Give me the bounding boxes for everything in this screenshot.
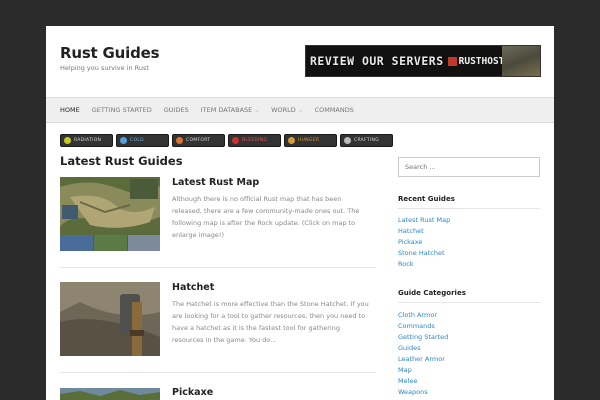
topic-label: Comfort [186,138,211,143]
recent-guides-list: Latest Rust Map Hatchet Pickaxe Stone Ha… [398,215,450,270]
radiation-icon [64,137,71,144]
topic-crafting-button[interactable]: Crafting [340,134,393,147]
nav-world-label: WORLD [271,106,296,114]
category-link[interactable]: Cloth Armor [398,310,448,321]
chevron-down-icon: ⌵ [298,108,303,114]
category-link[interactable]: Map [398,365,448,376]
post-item: Latest Rust Map Although there is no off… [60,177,376,257]
post-title-link[interactable]: Latest Rust Map [172,177,259,188]
chevron-down-icon: ⌵ [255,108,260,114]
rusthost-mark-icon [447,56,457,66]
category-link[interactable]: Melee [398,376,448,387]
nav-getting-started[interactable]: GETTING STARTED [92,106,152,114]
hatchet-thumbnail-image [60,282,160,356]
post-thumbnail-hatchet[interactable] [60,282,160,356]
widget-divider [398,302,540,303]
banner-text: REVIEW OUR SERVERS [310,54,444,68]
post-excerpt: The Hatchet is more effective than the S… [172,300,369,344]
wrench-icon [344,137,351,144]
post-thumbnail-pickaxe[interactable] [60,387,160,400]
topic-hunger-button[interactable]: Hunger [284,134,337,147]
recent-guide-link[interactable]: Pickaxe [398,237,450,248]
widget-divider [398,208,540,209]
nav-item-database[interactable]: ITEM DATABASE ⌵ [201,106,259,114]
category-link[interactable]: Guides [398,343,448,354]
post-item: Pickaxe [60,387,376,400]
topic-radiation-button[interactable]: Radiation [60,134,113,147]
site-description: Helping you survive in Rust [60,64,149,72]
map-thumbnail-image [60,177,160,251]
blood-drop-icon [232,137,239,144]
category-link[interactable]: Weapons [398,387,448,398]
topic-label: Bleeding [242,138,268,143]
page-container: Rust Guides Helping you survive in Rust … [46,26,554,400]
rusthost-logo: RUSTHOST [447,55,505,67]
snowflake-icon [120,137,127,144]
guide-categories-list: Cloth Armor Commands Getting Started Gui… [398,310,448,398]
recent-guide-link[interactable]: Hatchet [398,226,450,237]
post-divider [60,372,376,373]
nav-home[interactable]: HOME [60,106,80,114]
topic-buttons: Radiation Cold Comfort Bleeding Hunger C… [60,134,396,147]
topic-cold-button[interactable]: Cold [116,134,169,147]
topic-bleeding-button[interactable]: Bleeding [228,134,281,147]
section-title: Latest Rust Guides [60,154,183,168]
post-title-link[interactable]: Hatchet [172,282,214,293]
topic-comfort-button[interactable]: Comfort [172,134,225,147]
nav-world[interactable]: WORLD ⌵ [271,106,302,114]
category-link[interactable]: Getting Started [398,332,448,343]
banner-logo-text: RUSTHOST [458,55,505,67]
post-title-link[interactable]: Pickaxe [172,387,213,398]
fire-icon [176,137,183,144]
topic-label: Cold [130,138,144,143]
post-divider [60,267,376,268]
category-link[interactable]: Commands [398,321,448,332]
food-icon [288,137,295,144]
recent-guide-link[interactable]: Stone Hatchet [398,248,450,259]
post-thumbnail-map[interactable] [60,177,160,251]
post-excerpt: Although there is no official Rust map t… [172,195,360,239]
nav-guides[interactable]: GUIDES [164,106,189,114]
topic-label: Hunger [298,138,320,143]
topic-label: Radiation [74,138,102,143]
post-item: Hatchet The Hatchet is more effective th… [60,282,376,362]
banner-scene-image [502,46,540,76]
server-banner-ad[interactable]: REVIEW OUR SERVERS RUSTHOST [305,45,541,77]
site-title[interactable]: Rust Guides [60,44,160,62]
nav-item-database-label: ITEM DATABASE [200,106,253,114]
recent-guide-link[interactable]: Rock [398,259,450,270]
topic-label: Crafting [354,138,380,143]
nav-commands[interactable]: COMMANDS [315,106,354,114]
category-link[interactable]: Leather Armor [398,354,448,365]
main-nav: HOME GETTING STARTED GUIDES ITEM DATABAS… [46,97,554,123]
recent-guide-link[interactable]: Latest Rust Map [398,215,450,226]
guide-categories-title: Guide Categories [398,289,466,297]
recent-guides-title: Recent Guides [398,195,455,203]
pickaxe-thumbnail-image [60,388,160,400]
search-input[interactable] [398,157,540,177]
